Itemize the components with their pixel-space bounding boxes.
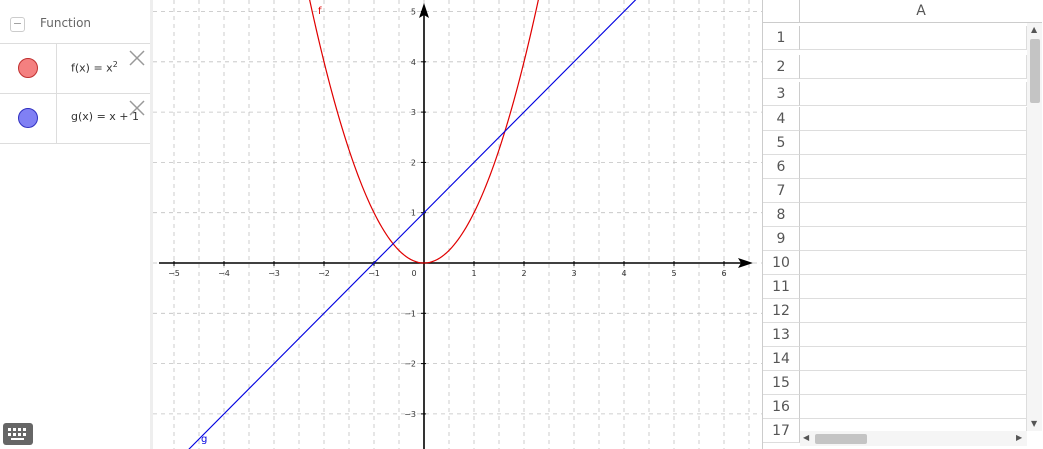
x-tick-label: −2	[318, 269, 330, 278]
vertical-scrollbar[interactable]: ▲ ▼	[1027, 23, 1042, 431]
x-tick-label: 1	[471, 269, 476, 278]
curve-label-g: g	[201, 434, 207, 445]
row-header[interactable]: 2	[763, 55, 800, 79]
close-icon[interactable]	[128, 49, 146, 67]
scroll-thumb[interactable]	[815, 434, 867, 444]
spreadsheet-corner[interactable]	[763, 0, 800, 23]
cell-a13[interactable]	[800, 323, 1027, 347]
graph-canvas[interactable]: −5 −4 −3 −2 −1 0 1 2 3 4 5 6 5 4 3 2 1 −1 −2 −3 f g	[153, 0, 762, 449]
row-header[interactable]: 1	[763, 26, 800, 50]
scroll-right-icon[interactable]: ▶	[1016, 433, 1022, 442]
marble-cell	[0, 94, 57, 143]
row-header[interactable]: 13	[763, 323, 800, 347]
cell-a2[interactable]	[800, 55, 1027, 79]
function-f-expression[interactable]: f(x) = x2	[71, 60, 118, 75]
x-tick-label: 6	[721, 269, 726, 278]
algebra-category-header: − Function	[0, 0, 153, 44]
collapse-icon[interactable]: −	[10, 17, 25, 32]
row-header[interactable]: 11	[763, 275, 800, 299]
row-header[interactable]: 16	[763, 395, 800, 419]
algebra-view: − Function f(x) = x2 g(x) = x + 1	[0, 0, 153, 449]
category-label: Function	[40, 16, 92, 30]
cell-a10[interactable]	[800, 251, 1027, 275]
function-f-text: f(x) = x	[71, 61, 113, 75]
x-tick-label: −5	[168, 269, 180, 278]
row-header[interactable]: 5	[763, 131, 800, 155]
column-header-a[interactable]: A	[800, 0, 1042, 23]
cell-a3[interactable]	[800, 82, 1027, 106]
y-tick-label: 3	[411, 108, 416, 117]
cell-a11[interactable]	[800, 275, 1027, 299]
row-header[interactable]: 12	[763, 299, 800, 323]
y-tick-label: −3	[404, 410, 416, 419]
x-tick-label: 4	[621, 269, 626, 278]
x-tick-label: −1	[368, 269, 380, 278]
cell-a8[interactable]	[800, 203, 1027, 227]
y-tick-label: 5	[411, 8, 416, 17]
row-header[interactable]: 9	[763, 227, 800, 251]
cell-a1[interactable]	[800, 26, 1027, 50]
close-icon[interactable]	[128, 99, 146, 117]
row-header[interactable]: 17	[763, 419, 800, 443]
cell-a12[interactable]	[800, 299, 1027, 323]
cell-a16[interactable]	[800, 395, 1027, 419]
y-tick-label: −1	[404, 309, 416, 318]
row-header[interactable]: 4	[763, 107, 800, 131]
scroll-up-icon[interactable]: ▲	[1031, 25, 1037, 34]
algebra-row-g[interactable]: g(x) = x + 1	[0, 94, 153, 144]
x-tick-label: −3	[268, 269, 280, 278]
x-tick-label: 5	[671, 269, 676, 278]
algebra-row-f[interactable]: f(x) = x2	[0, 44, 153, 94]
row-header[interactable]: 8	[763, 203, 800, 227]
cell-a14[interactable]	[800, 347, 1027, 371]
y-tick-label: 2	[411, 158, 416, 167]
scroll-left-icon[interactable]: ◀	[803, 433, 809, 442]
curve-label-f: f	[318, 6, 322, 17]
cell-a7[interactable]	[800, 179, 1027, 203]
cell-a4[interactable]	[800, 107, 1027, 131]
cell-a15[interactable]	[800, 371, 1027, 395]
y-tick-label: 1	[411, 209, 416, 218]
x-tick-label: 2	[521, 269, 526, 278]
spreadsheet-view: A 1 2 3 4 5 6 7 8 9 10 11 12 13 14 15 16 17 ▲ ▼ ◀ ▶	[762, 0, 1043, 449]
horizontal-scrollbar[interactable]: ◀ ▶	[800, 431, 1027, 446]
row-header[interactable]: 10	[763, 251, 800, 275]
keyboard-icon[interactable]	[3, 423, 33, 445]
x-tick-label: −4	[218, 269, 230, 278]
geogebra-app: − Function f(x) = x2 g(x) = x + 1 −5 −4 …	[0, 0, 1043, 449]
cell-a9[interactable]	[800, 227, 1027, 251]
scroll-down-icon[interactable]: ▼	[1031, 419, 1037, 428]
x-tick-label: 3	[571, 269, 576, 278]
row-header[interactable]: 14	[763, 347, 800, 371]
row-header[interactable]: 6	[763, 155, 800, 179]
row-header[interactable]: 7	[763, 179, 800, 203]
visibility-marble-g[interactable]	[18, 108, 38, 128]
row-header[interactable]: 15	[763, 371, 800, 395]
row-header[interactable]: 3	[763, 82, 800, 106]
y-tick-label: 4	[411, 58, 416, 67]
graphics-view[interactable]: −5 −4 −3 −2 −1 0 1 2 3 4 5 6 5 4 3 2 1 −1 −2 −3 f g	[153, 0, 762, 449]
marble-cell	[0, 44, 57, 93]
cell-a5[interactable]	[800, 131, 1027, 155]
visibility-marble-f[interactable]	[18, 58, 38, 78]
function-f-exponent: 2	[112, 60, 118, 69]
cell-a6[interactable]	[800, 155, 1027, 179]
scroll-thumb[interactable]	[1030, 39, 1040, 103]
x-tick-label: 0	[411, 269, 416, 278]
y-tick-label: −2	[404, 360, 416, 369]
